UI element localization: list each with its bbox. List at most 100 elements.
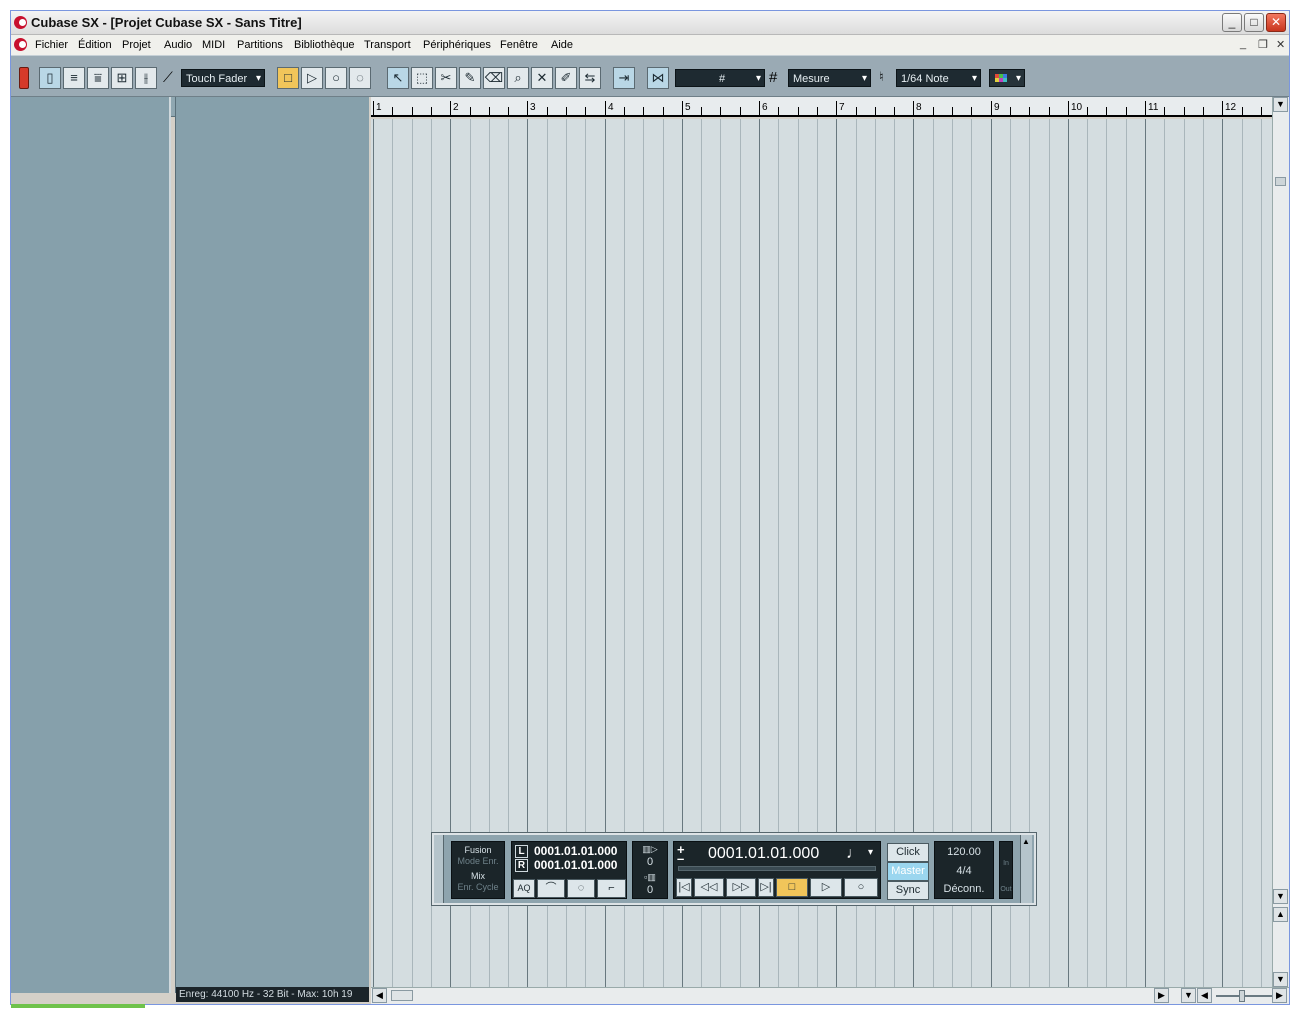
ruler[interactable]: 1 2 3 4 5 6 7 8 9 10 11 12 <box>371 97 1272 117</box>
menu-bibliotheque[interactable]: Bibliothèque <box>294 39 355 51</box>
goto-end-icon[interactable]: ▷| <box>758 878 774 897</box>
stop-icon[interactable]: □ <box>277 67 299 89</box>
autoscroll-icon[interactable]: ⇥ <box>613 67 635 89</box>
ruler-tick <box>817 107 818 115</box>
ruler-tick <box>663 107 664 115</box>
title-bar[interactable]: Cubase SX - [Projet Cubase SX - Sans Tit… <box>11 11 1289 35</box>
rewind-icon[interactable]: ◁◁ <box>694 878 724 897</box>
window-title: Cubase SX - [Projet Cubase SX - Sans Tit… <box>31 15 302 30</box>
time-signature-value[interactable]: 4/4 <box>935 865 993 877</box>
minimize-button[interactable]: _ <box>1222 13 1242 32</box>
master-button[interactable]: Master <box>887 862 929 881</box>
vertical-scrollbar[interactable]: ▼ ▼ ▲ ▼ <box>1272 97 1289 987</box>
record-button[interactable]: ○ <box>844 878 878 897</box>
maximize-button[interactable]: □ <box>1244 13 1264 32</box>
grid-type-select[interactable]: Mesure <box>788 69 871 88</box>
right-locator-button[interactable]: R <box>515 859 528 872</box>
menu-peripheriques[interactable]: Périphériques <box>423 39 491 51</box>
transport-side-grip[interactable]: ▲ <box>1020 835 1032 903</box>
color-select[interactable] <box>989 69 1025 88</box>
zoom-presets-icon[interactable]: ▼ <box>1181 988 1196 1003</box>
right-locator-value[interactable]: 0001.01.01.000 <box>534 858 617 872</box>
scroll-left-icon[interactable]: ◀ <box>372 988 387 1003</box>
transport-grip[interactable] <box>434 835 444 903</box>
eraser-icon[interactable]: ⌫ <box>483 67 505 89</box>
zoom-in-vertical-icon[interactable]: ▲ <box>1273 907 1288 922</box>
menu-fichier[interactable]: Fichier <box>35 39 68 51</box>
position-display[interactable]: 0001.01.01.000 <box>708 845 819 863</box>
mixer-icon[interactable]: ⫲ <box>135 67 157 89</box>
cycle-mode-label[interactable]: Mix <box>452 871 504 881</box>
play-button[interactable]: ▷ <box>810 878 842 897</box>
menu-edition[interactable]: Édition <box>78 39 112 51</box>
scroll-thumb[interactable] <box>1275 177 1286 186</box>
menu-partitions[interactable]: Partitions <box>237 39 283 51</box>
mdi-close-button[interactable]: ✕ <box>1276 38 1285 51</box>
zoom-slider-thumb[interactable] <box>1239 990 1245 1002</box>
play-icon[interactable]: ▷ <box>301 67 323 89</box>
track-list[interactable] <box>175 97 369 993</box>
glue-icon[interactable]: ✎ <box>459 67 481 89</box>
ruler-bar-number: 8 <box>916 102 922 113</box>
horizontal-scrollbar[interactable]: ◀ ▶ ▼ ◀ ▶ <box>371 987 1289 1004</box>
pool-icon[interactable]: ⊞ <box>111 67 133 89</box>
left-locator-value[interactable]: 0001.01.01.000 <box>534 844 617 858</box>
time-format-dropdown-icon[interactable]: ▾ <box>868 847 873 858</box>
sync-status: Déconn. <box>943 883 985 895</box>
draw-icon[interactable]: ✐ <box>555 67 577 89</box>
menu-audio[interactable]: Audio <box>164 39 192 51</box>
goto-start-icon[interactable]: |◁ <box>676 878 692 897</box>
stop-button[interactable]: □ <box>776 878 808 897</box>
range-select-icon[interactable]: ⬚ <box>411 67 433 89</box>
ruler-tick <box>1010 107 1011 115</box>
scroll-down-icon[interactable]: ▼ <box>1273 889 1288 904</box>
info-line-icon[interactable]: ≡ <box>63 67 85 89</box>
fast-forward-icon[interactable]: ▷▷ <box>726 878 756 897</box>
punch-out-icon[interactable]: ⌐ <box>597 879 626 898</box>
auto-quantize-button[interactable]: AQ <box>513 879 535 898</box>
quantize-select[interactable]: 1/64 Note <box>896 69 981 88</box>
preroll-value[interactable]: 0 <box>633 856 667 868</box>
sync-button[interactable]: Sync <box>887 881 929 900</box>
menu-transport[interactable]: Transport <box>364 39 411 51</box>
snap-mode-select[interactable]: # <box>675 69 765 88</box>
progress-indicator <box>11 1004 145 1008</box>
cycle-icon[interactable]: ◌ <box>349 67 371 89</box>
scroll-right-icon[interactable]: ▶ <box>1154 988 1169 1003</box>
click-button[interactable]: Click <box>887 843 929 862</box>
snap-icon[interactable]: ⋈ <box>647 67 669 89</box>
menu-projet[interactable]: Projet <box>122 39 151 51</box>
cycle-toggle-icon[interactable]: ◌ <box>567 879 595 898</box>
menu-aide[interactable]: Aide <box>551 39 573 51</box>
mdi-restore-button[interactable]: ❐ <box>1258 38 1268 51</box>
collapse-icon[interactable]: ▲ <box>1022 837 1030 846</box>
hscroll-thumb[interactable] <box>391 990 413 1001</box>
zoom-slider[interactable] <box>1216 995 1276 997</box>
activate-project-button[interactable] <box>19 67 29 89</box>
split-icon[interactable]: ✂ <box>435 67 457 89</box>
note-icon[interactable]: ♩ <box>846 845 862 863</box>
menu-fenetre[interactable]: Fenêtre <box>500 39 538 51</box>
zoom-out-horizontal-icon[interactable]: ◀ <box>1197 988 1212 1003</box>
menu-midi[interactable]: MIDI <box>202 39 225 51</box>
zoom-icon[interactable]: ⌕ <box>507 67 529 89</box>
automation-mode-select[interactable]: Touch Fader <box>181 69 265 88</box>
inspector-icon[interactable]: ▯ <box>39 67 61 89</box>
position-slider[interactable] <box>678 866 876 871</box>
ruler-menu-icon[interactable]: ▼ <box>1273 97 1288 112</box>
tempo-value[interactable]: 120.00 <box>935 846 993 858</box>
close-button[interactable]: ✕ <box>1266 13 1286 32</box>
time-warp-icon[interactable]: ⇆ <box>579 67 601 89</box>
mdi-minimize-button[interactable]: _ <box>1240 38 1246 50</box>
zoom-out-vertical-icon[interactable]: ▼ <box>1273 972 1288 987</box>
record-icon[interactable]: ○ <box>325 67 347 89</box>
pointer-icon[interactable]: ↖ <box>387 67 409 89</box>
left-locator-button[interactable]: L <box>515 845 528 858</box>
overview-icon[interactable]: ⩸ <box>87 67 109 89</box>
mute-icon[interactable]: ✕ <box>531 67 553 89</box>
record-mode-label[interactable]: Fusion <box>452 845 504 855</box>
zoom-in-horizontal-icon[interactable]: ▶ <box>1272 988 1287 1003</box>
punch-in-icon[interactable]: ⌒ <box>537 879 565 898</box>
nudge-minus-button[interactable]: – <box>677 851 684 866</box>
postroll-value[interactable]: 0 <box>633 884 667 896</box>
